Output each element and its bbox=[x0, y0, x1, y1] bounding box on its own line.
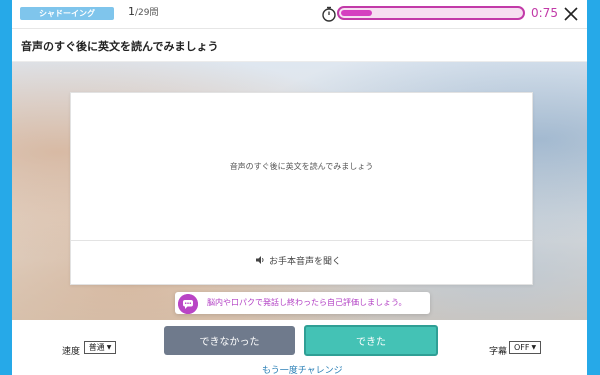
bottom-controls: 速度 普通 ▼ できなかった できた もう一度チャレンジ 字幕 OFF ▼ bbox=[12, 320, 587, 375]
instruction-header: 音声のすぐ後に英文を読んでみましょう bbox=[12, 29, 587, 62]
timer-text: 0:75 bbox=[531, 6, 558, 20]
toast-text: 脳内や口パクで発話し終わったら自己評価しましょう。 bbox=[207, 298, 407, 307]
chevron-down-icon: ▼ bbox=[106, 344, 112, 351]
timer-progress-fill bbox=[341, 10, 372, 16]
close-icon[interactable] bbox=[563, 6, 579, 22]
retry-link[interactable]: もう一度チャレンジ bbox=[262, 363, 343, 375]
top-bar: シャドーイング 1/29問 0:75 bbox=[12, 0, 587, 29]
subtitle-value: OFF bbox=[513, 343, 530, 352]
card-text: 音声のすぐ後に英文を読んでみましょう bbox=[229, 162, 374, 171]
speed-label: 速度 bbox=[62, 347, 81, 357]
stopwatch-icon bbox=[322, 6, 336, 22]
shadowing-app: シャドーイング 1/29問 0:75 音声のすぐ後に英文を読んでみましょう 音声… bbox=[12, 0, 587, 375]
counter-total: /29問 bbox=[135, 8, 159, 18]
instruction-text: 音声のすぐ後に英文を読んでみましょう bbox=[21, 40, 219, 53]
speaker-icon bbox=[256, 256, 264, 264]
speed-value: 普通 bbox=[88, 343, 105, 352]
counter-current: 1 bbox=[128, 5, 135, 18]
subtitle-label: 字幕 bbox=[489, 347, 508, 357]
listen-model-audio-button[interactable]: お手本音声を聞く bbox=[255, 253, 341, 267]
could-not-button[interactable]: できなかった bbox=[164, 326, 295, 355]
listen-label: お手本音声を聞く bbox=[269, 256, 342, 267]
chevron-down-icon: ▼ bbox=[531, 344, 537, 351]
mode-badge: シャドーイング bbox=[20, 7, 114, 20]
subtitle-select[interactable]: OFF ▼ bbox=[509, 341, 541, 354]
timer-progress-bar bbox=[337, 6, 525, 20]
speed-select[interactable]: 普通 ▼ bbox=[84, 341, 116, 354]
prompt-card: 音声のすぐ後に英文を読んでみましょう お手本音声を聞く bbox=[70, 92, 533, 285]
chat-bubble-icon bbox=[178, 294, 198, 314]
card-divider bbox=[71, 240, 532, 241]
self-evaluation-toast: 脳内や口パクで発話し終わったら自己評価しましょう。 bbox=[175, 292, 430, 314]
question-counter: 1/29問 bbox=[128, 5, 159, 18]
could-do-button[interactable]: できた bbox=[304, 325, 438, 356]
